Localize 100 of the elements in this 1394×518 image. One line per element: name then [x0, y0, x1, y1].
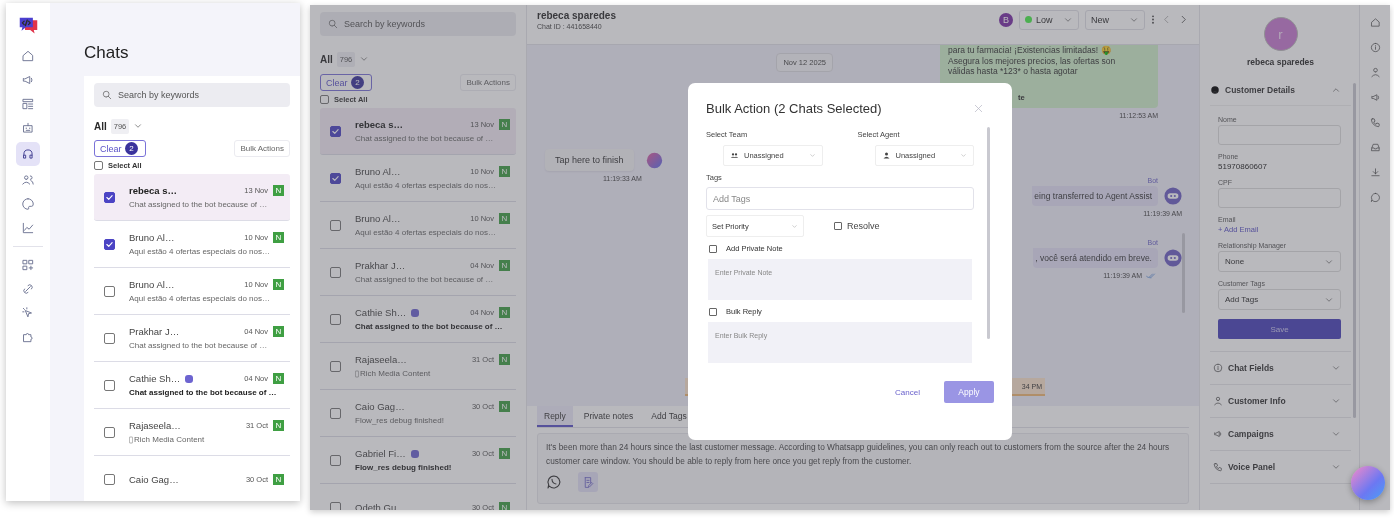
contact-name: Rajaseela… — [355, 354, 407, 365]
info-icon[interactable] — [1369, 42, 1381, 53]
checkbox[interactable] — [104, 332, 115, 344]
checkbox[interactable] — [104, 379, 115, 391]
message-preview: Chat assigned to the bot because of … — [129, 200, 268, 209]
checkbox[interactable] — [330, 313, 341, 325]
bulk-actions-button[interactable]: Bulk Actions — [234, 140, 290, 157]
message-preview: Flow_res debug finished! — [355, 463, 452, 472]
section-header[interactable]: Customer Details — [1210, 75, 1351, 106]
checkbox[interactable] — [709, 244, 717, 253]
message-preview: Aqui estão 4 ofertas especiais do nos… — [129, 294, 270, 303]
checkbox[interactable] — [330, 219, 341, 231]
sparkle-icon[interactable] — [645, 151, 663, 169]
bulk-actions-button[interactable]: Bulk Actions — [460, 74, 516, 91]
message-bubble: Tap here to finish — [545, 149, 634, 171]
more-icon[interactable] — [1151, 14, 1155, 25]
checkbox[interactable] — [709, 307, 717, 316]
megaphone-icon[interactable] — [1369, 92, 1381, 103]
status-select[interactable]: New — [1085, 9, 1145, 30]
close-icon[interactable] — [973, 103, 984, 114]
chevron-down-icon — [960, 152, 967, 159]
robot-avatar-icon — [1164, 186, 1182, 205]
checkbox[interactable] — [330, 501, 341, 510]
person-icon — [1213, 396, 1223, 406]
status-badge: N — [273, 279, 284, 290]
tab[interactable]: Add Tags — [644, 406, 694, 427]
filter-label[interactable]: All — [320, 53, 333, 65]
contact-name: Odeth Gu… — [355, 501, 406, 510]
chevron-down-icon — [808, 152, 816, 159]
status-badge: N — [499, 448, 510, 459]
message-text: para tu farmacia! ¡Existencias limitadas! 🤑 — [948, 45, 1113, 56]
notice-text: It's been more than 24 hours since the last customer message. According to Whatsapp guidelines, you can only reach out to customers from the source after the 24 hours customer care window. You should be able to reply from here once you get reply from the customer. — [546, 441, 1171, 468]
filter-label[interactable]: All — [94, 120, 107, 132]
info-icon — [1213, 363, 1223, 373]
search-icon — [102, 90, 112, 100]
tab[interactable]: Reply — [537, 406, 573, 427]
chevron-down-icon[interactable] — [133, 121, 144, 131]
sparkle-button[interactable] — [1351, 466, 1385, 500]
select-field[interactable]: Add Tags — [1218, 289, 1341, 310]
tags-field[interactable]: Add Tags — [706, 187, 974, 210]
robot-avatar-icon — [1164, 248, 1182, 267]
message-preview: Aqui estão 4 ofertas especiais do nos… — [355, 181, 496, 190]
chat-bubble-icon[interactable] — [546, 474, 562, 490]
chevron-down-icon[interactable] — [359, 54, 370, 64]
section-header[interactable]: Campaigns — [1210, 418, 1351, 451]
media-icon — [355, 369, 359, 378]
status-badge: N — [273, 232, 284, 243]
contact-name: Rajaseela… — [129, 420, 181, 431]
section-header[interactable]: Chat Fields — [1210, 352, 1351, 385]
inbox-icon[interactable] — [1369, 142, 1381, 153]
section-header[interactable]: Voice Panel — [1210, 451, 1351, 484]
status-badge: N — [499, 501, 510, 510]
chevron-down-icon — [791, 222, 798, 230]
checkbox[interactable] — [330, 125, 341, 137]
megaphone-icon — [1213, 429, 1223, 439]
status-badge: N — [499, 213, 510, 224]
checkbox[interactable] — [104, 285, 115, 297]
headset-icon[interactable] — [16, 142, 40, 166]
checkbox[interactable] — [330, 454, 341, 466]
message-preview: Chat assigned to the bot because of … — [355, 322, 503, 331]
tab[interactable]: Private notes — [576, 406, 641, 427]
contact-name: Bruno Al… — [129, 232, 175, 243]
search-icon — [328, 19, 338, 29]
search-field[interactable]: Search by keywords — [320, 12, 516, 36]
home-icon[interactable] — [1369, 17, 1381, 28]
status-badge: N — [273, 420, 284, 431]
checkbox[interactable] — [330, 407, 341, 419]
person-icon[interactable] — [1369, 67, 1381, 78]
message-preview: Rich Media Content — [360, 369, 431, 378]
cancel-button[interactable]: Cancel — [889, 386, 926, 398]
chevron-down-icon — [1331, 462, 1341, 472]
section-header[interactable]: Customer Info — [1210, 385, 1351, 418]
page-title: Chats — [84, 43, 130, 64]
contact-name: rebeca s… — [129, 185, 178, 196]
chevron-down-icon — [1331, 363, 1341, 373]
save-button[interactable]: Save — [1218, 319, 1341, 339]
customer-name: rebeca sparedes — [1246, 57, 1315, 67]
checkbox[interactable] — [834, 222, 842, 230]
status-badge: N — [499, 401, 510, 412]
chat-bubble-icon[interactable] — [1369, 192, 1381, 203]
template-icon[interactable] — [578, 472, 598, 492]
phone-icon[interactable] — [1369, 117, 1381, 128]
checkbox[interactable] — [330, 266, 341, 278]
message-text: válidas hasta *123* o hasta agotar — [948, 66, 1079, 77]
checkbox[interactable] — [104, 473, 115, 485]
checkbox[interactable] — [104, 191, 115, 203]
download-icon[interactable] — [1369, 167, 1381, 178]
checkbox[interactable] — [320, 95, 329, 104]
checkbox[interactable] — [330, 360, 341, 372]
priority-select[interactable]: Low — [1019, 9, 1079, 30]
checkbox[interactable] — [104, 426, 115, 438]
checkbox[interactable] — [330, 172, 341, 184]
media-icon — [129, 435, 133, 444]
select-field[interactable]: None — [1218, 251, 1341, 272]
message-preview: Rich Media Content — [134, 435, 205, 444]
checkbox[interactable] — [94, 161, 103, 170]
message-bubble: eing transferred to Agent Assist — [1032, 185, 1158, 206]
search-field[interactable]: Search by keywords — [94, 83, 290, 107]
checkbox[interactable] — [104, 238, 115, 250]
contact-name: Caio Gag… — [129, 473, 179, 485]
